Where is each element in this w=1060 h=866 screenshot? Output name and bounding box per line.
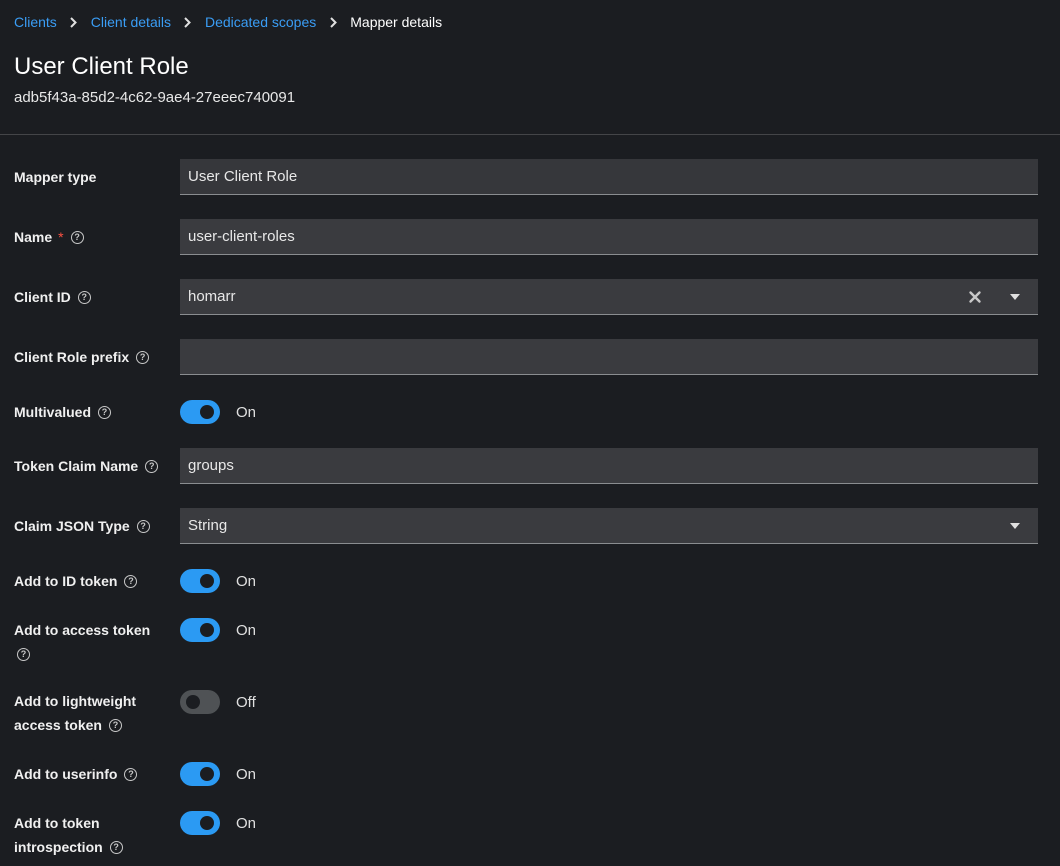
breadcrumb-dedicated-scopes[interactable]: Dedicated scopes [205,12,316,32]
add-to-lightweight-toggle[interactable]: Off [180,690,256,714]
help-icon[interactable]: ? [124,574,138,588]
toggle-track [180,762,220,786]
page-header: Clients Client details Dedicated scopes … [0,0,1060,135]
toggle-track [180,690,220,714]
toggle-knob [200,623,214,637]
help-icon[interactable]: ? [17,647,30,661]
mapper-type-label: Mapper type [14,169,97,185]
add-to-userinfo-toggle[interactable]: On [180,762,256,786]
toggle-track [180,811,220,835]
help-icon[interactable]: ? [77,290,91,304]
help-icon[interactable]: ? [98,405,112,419]
add-to-lightweight-state: Off [236,693,256,711]
caret-down-icon[interactable] [1010,523,1020,529]
client-id-value: homarr [188,288,236,305]
add-to-access-token-toggle[interactable]: On [180,618,256,642]
chevron-right-icon [57,12,91,32]
help-icon[interactable]: ? [108,718,122,732]
required-marker: * [58,229,64,245]
add-to-userinfo-state: On [236,765,257,783]
close-icon[interactable] [968,290,982,304]
breadcrumb-clients[interactable]: Clients [14,12,57,32]
toggle-knob [200,405,214,419]
add-to-id-token-label: Add to ID token? [14,569,164,593]
toggle-knob [200,816,214,830]
client-id-label: Client ID? [14,285,164,309]
help-icon[interactable]: ? [109,840,123,854]
multivalued-state: On [236,403,257,421]
add-to-introspection-label: Add to token introspection? [14,811,164,859]
add-to-access-token-state: On [236,621,257,639]
claim-json-type-label: Claim JSON Type? [14,514,164,538]
toggle-track [180,569,220,593]
add-to-id-token-state: On [236,572,257,590]
chevron-right-icon [171,12,205,32]
claim-json-type-value: String [188,517,228,534]
breadcrumb-current: Mapper details [350,14,443,30]
add-to-lightweight-label: Add to lightweight access token? [14,693,137,733]
add-to-id-token-toggle[interactable]: On [180,569,256,593]
mapper-type-field[interactable] [180,159,1038,195]
toggle-knob [200,574,214,588]
help-icon[interactable]: ? [136,519,150,533]
name-label: Name *? [14,225,164,249]
multivalued-label: Multivalued? [14,400,164,424]
client-role-prefix-field[interactable] [180,339,1038,375]
chevron-right-icon [316,12,350,32]
caret-down-icon[interactable] [1010,294,1020,300]
token-claim-name-label: Token Claim Name? [14,454,164,478]
help-icon[interactable]: ? [145,459,159,473]
add-to-userinfo-label: Add to userinfo? [14,762,164,786]
breadcrumb: Clients Client details Dedicated scopes … [14,12,442,32]
toggle-track [180,618,220,642]
help-icon[interactable]: ? [124,767,138,781]
toggle-track [180,400,220,424]
toggle-knob [186,695,200,709]
add-to-introspection-state: On [236,814,257,832]
toggle-knob [200,767,214,781]
add-to-introspection-toggle[interactable]: On [180,811,256,835]
help-icon[interactable]: ? [136,350,150,364]
help-icon[interactable]: ? [70,230,84,244]
claim-json-type-select[interactable]: String [180,508,1038,544]
multivalued-toggle[interactable]: On [180,400,256,424]
name-field[interactable] [180,219,1038,255]
client-role-prefix-label: Client Role prefix? [14,345,164,369]
token-claim-name-field[interactable] [180,448,1038,484]
client-id-select[interactable]: homarr [180,279,1038,315]
page-title: User Client Role [14,53,189,80]
add-to-access-token-label: Add to access token? [14,622,151,661]
breadcrumb-client-details[interactable]: Client details [91,12,171,32]
page-subtitle: adb5f43a-85d2-4c62-9ae4-27eeec740091 [14,89,296,106]
